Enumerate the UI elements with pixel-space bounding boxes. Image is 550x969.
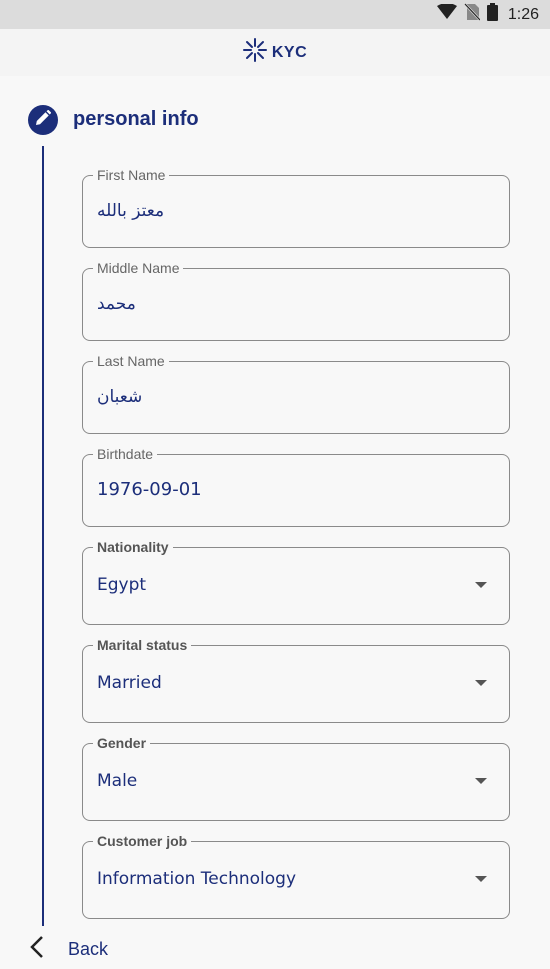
customer-job-label: Customer job [93, 833, 192, 849]
gender-value: Male [97, 771, 138, 791]
last-name-label: Last Name [93, 353, 169, 369]
gender-select[interactable]: Gender Male [82, 735, 510, 821]
last-name-value: شعبان [97, 387, 143, 407]
chevron-down-icon [475, 680, 487, 686]
nationality-value: Egypt [97, 575, 147, 595]
app-header: KYC [0, 29, 550, 76]
birthdate-label: Birthdate [93, 446, 158, 462]
customer-job-value: Information Technology [97, 869, 297, 889]
pencil-icon [35, 109, 52, 131]
battery-icon [486, 3, 498, 26]
middle-name-value: محمد [97, 294, 136, 314]
step-title: personal info [73, 108, 199, 130]
chevron-down-icon [475, 582, 487, 588]
middle-name-field[interactable]: Middle Name محمد [82, 260, 510, 341]
nationality-label: Nationality [93, 539, 173, 555]
chevron-down-icon [475, 778, 487, 784]
back-button[interactable]: Back [30, 934, 108, 964]
customer-job-select[interactable]: Customer job Information Technology [82, 833, 510, 919]
gender-label: Gender [93, 735, 151, 751]
birthdate-value: 1976-09-01 [97, 479, 202, 500]
no-sim-icon [463, 3, 481, 26]
back-label: Back [68, 938, 109, 959]
status-icons: 1:26 [436, 3, 539, 26]
chevron-left-icon [30, 935, 44, 963]
marital-status-label: Marital status [93, 637, 192, 653]
first-name-field[interactable]: First Name معتز بالله [82, 167, 510, 248]
kyc-logo-icon [242, 38, 267, 67]
form-content[interactable]: personal info First Name معتز بالله Midd… [0, 76, 550, 969]
status-bar: 1:26 [0, 0, 550, 29]
birthdate-field[interactable]: Birthdate 1976-09-01 [82, 446, 510, 527]
step-line [42, 146, 44, 926]
chevron-down-icon [475, 876, 487, 882]
marital-status-select[interactable]: Marital status Married [82, 637, 510, 723]
marital-status-value: Married [97, 673, 162, 693]
step-indicator [28, 105, 58, 135]
last-name-field[interactable]: Last Name شعبان [82, 353, 510, 434]
middle-name-label: Middle Name [93, 260, 184, 276]
first-name-label: First Name [93, 167, 170, 183]
first-name-value: معتز بالله [97, 201, 165, 221]
wifi-icon [436, 3, 457, 25]
status-time: 1:26 [507, 5, 539, 23]
logo-text: KYC [271, 43, 308, 61]
nationality-select[interactable]: Nationality Egypt [82, 539, 510, 625]
